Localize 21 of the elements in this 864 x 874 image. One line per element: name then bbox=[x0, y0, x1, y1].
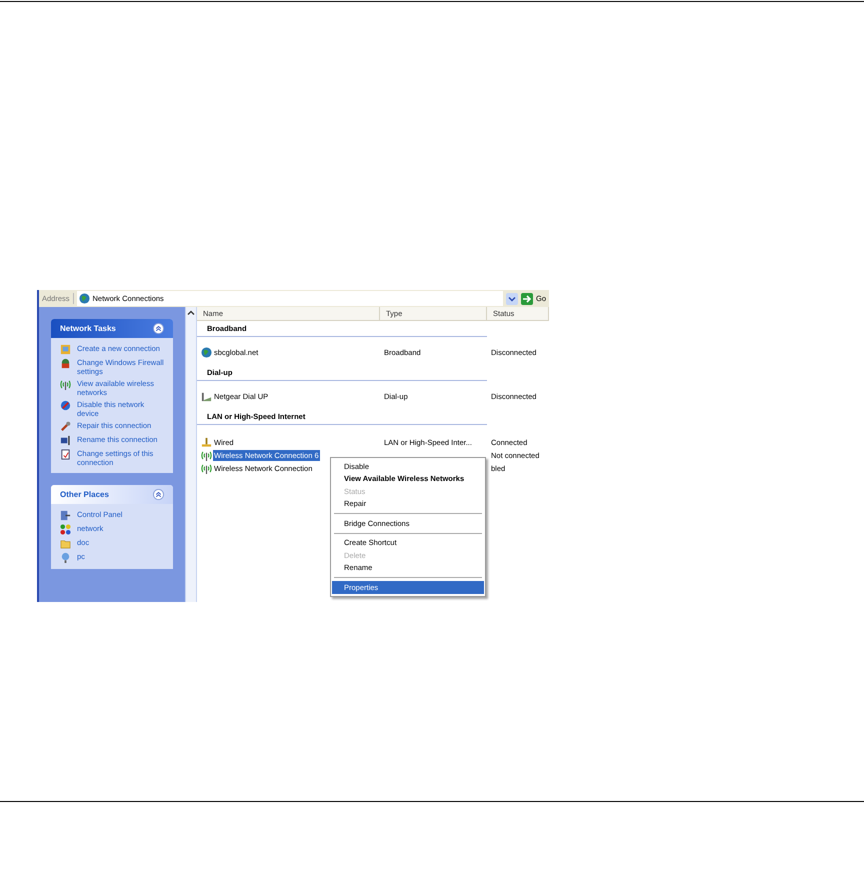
network-places-icon bbox=[60, 524, 71, 535]
rename-icon bbox=[60, 435, 71, 446]
arrow-icon bbox=[520, 292, 533, 304]
dropdown-icon[interactable] bbox=[506, 292, 518, 304]
panel-header[interactable]: Network Tasks bbox=[51, 319, 173, 338]
document-icon bbox=[60, 449, 71, 460]
globe-icon bbox=[78, 293, 90, 304]
wrench-icon bbox=[60, 421, 71, 432]
network-disable-icon bbox=[60, 400, 71, 411]
folder-icon bbox=[60, 538, 71, 549]
panel-title: Network Tasks bbox=[60, 322, 116, 334]
globe-icon bbox=[201, 347, 212, 358]
antenna-icon bbox=[201, 450, 212, 461]
panel-title: Other Places bbox=[60, 488, 109, 500]
modem-icon bbox=[201, 391, 212, 402]
collapse-icon[interactable] bbox=[153, 489, 164, 500]
antenna-icon bbox=[60, 379, 71, 390]
network-cable-icon bbox=[201, 437, 212, 448]
antenna-icon bbox=[201, 463, 212, 474]
panel-header[interactable]: Other Places bbox=[51, 485, 173, 504]
collapse-icon[interactable] bbox=[153, 323, 164, 334]
